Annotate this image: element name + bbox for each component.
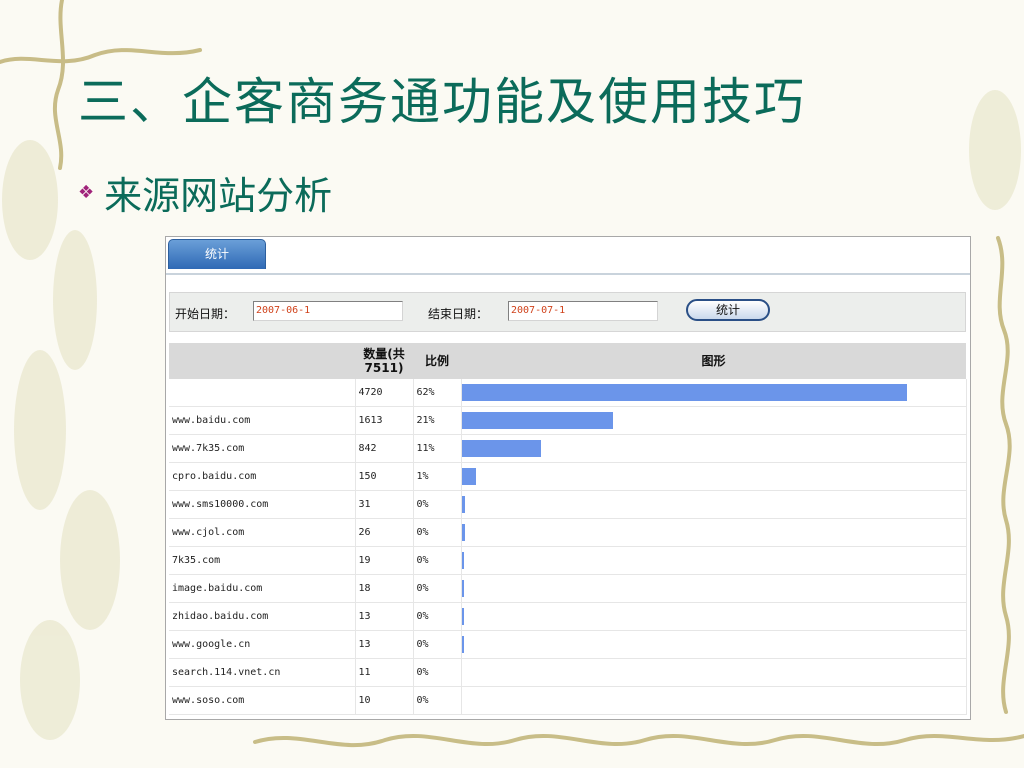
row-count-cell: 13 [355,602,414,631]
row-source-cell: image.baidu.com [169,574,356,603]
start-date-label: 开始日期： [175,307,236,321]
row-source-cell: www.sms10000.com [169,490,356,519]
row-bar [461,524,465,541]
row-bar [461,384,907,401]
row-bar-cell [461,518,967,547]
row-bar [461,468,476,485]
row-source-cell: cpro.baidu.com [169,462,356,491]
table-row: www.7k35.com 842 11% [169,434,967,463]
table-row: www.baidu.com 1613 21% [169,406,967,435]
row-count-cell: 31 [355,490,414,519]
row-source-cell: www.7k35.com [169,434,356,463]
header-source [169,343,355,379]
table-row: www.google.cn 13 0% [169,630,967,659]
row-bar-cell [461,574,967,603]
row-count-cell: 18 [355,574,414,603]
row-source-cell [169,379,356,407]
date-filter-bar: 开始日期： 2007-06-1 结束日期： 2007-07-1 统计 [169,292,966,332]
row-bar-cell [461,658,967,687]
header-chart: 图形 [461,343,966,379]
row-bar [461,412,613,429]
row-bar [461,580,464,597]
row-bar [461,636,464,653]
table-row: zhidao.baidu.com 13 0% [169,602,967,631]
row-source-cell: www.baidu.com [169,406,356,435]
table-row: cpro.baidu.com 150 1% [169,462,967,491]
header-ratio: 比例 [413,343,461,379]
row-ratio-cell: 0% [413,518,462,547]
table-row: search.114.vnet.cn 11 0% [169,658,967,687]
row-bar-cell [461,490,967,519]
row-source-cell: search.114.vnet.cn [169,658,356,687]
row-bar-cell [461,462,967,491]
row-count-cell: 19 [355,546,414,575]
stat-button[interactable]: 统计 [686,299,770,321]
row-source-cell: www.google.cn [169,630,356,659]
row-count-cell: 150 [355,462,414,491]
row-bar-cell [461,630,967,659]
table-row: image.baidu.com 18 0% [169,574,967,603]
row-ratio-cell: 1% [413,462,462,491]
start-date-input[interactable]: 2007-06-1 [253,301,403,321]
row-ratio-cell: 0% [413,490,462,519]
row-source-cell: www.soso.com [169,686,356,715]
table-row: www.cjol.com 26 0% [169,518,967,547]
row-ratio-cell: 0% [413,658,462,687]
row-source-cell: www.cjol.com [169,518,356,547]
row-bar-cell [461,602,967,631]
row-ratio-cell: 0% [413,630,462,659]
row-count-cell: 1613 [355,406,414,435]
row-count-cell: 11 [355,658,414,687]
row-count-cell: 842 [355,434,414,463]
row-bar [461,440,541,457]
row-bar-cell [461,434,967,463]
table-row: 4720 62% [169,379,967,407]
row-ratio-cell: 0% [413,546,462,575]
bullet-text: 来源网站分析 [104,174,333,218]
row-ratio-cell: 0% [413,602,462,631]
table-row: www.sms10000.com 31 0% [169,490,967,519]
row-count-cell: 4720 [355,379,414,407]
row-count-cell: 26 [355,518,414,547]
tab-statistics[interactable]: 统计 [168,239,266,269]
row-ratio-cell: 0% [413,574,462,603]
tab-strip: 统计 [166,237,970,275]
row-bar [461,496,465,513]
source-table: 数量(共7511) 比例 图形 4720 62% www.baidu.com 1613… [169,343,967,715]
row-ratio-cell: 0% [413,686,462,715]
header-count: 数量(共7511) [355,343,413,379]
diamond-bullet-icon: ❖ [78,182,95,203]
row-bar [461,552,464,569]
row-ratio-cell: 21% [413,406,462,435]
row-count-cell: 13 [355,630,414,659]
row-count-cell: 10 [355,686,414,715]
row-bar-cell [461,546,967,575]
row-bar-cell [461,686,967,715]
row-source-cell: zhidao.baidu.com [169,602,356,631]
row-source-cell: 7k35.com [169,546,356,575]
end-date-input[interactable]: 2007-07-1 [508,301,658,321]
table-row: 7k35.com 19 0% [169,546,967,575]
row-bar-cell [461,406,967,435]
slide-title: 三、企客商务通功能及使用技巧 [78,73,806,131]
row-ratio-cell: 11% [413,434,462,463]
row-ratio-cell: 62% [413,379,462,407]
row-bar [461,608,464,625]
stats-panel: 统计 开始日期： 2007-06-1 结束日期： 2007-07-1 统计 数量… [165,236,971,720]
bullet-row: ❖ 来源网站分析 [78,165,332,220]
table-header-row: 数量(共7511) 比例 图形 [169,343,966,379]
end-date-label: 结束日期： [428,307,489,321]
row-bar-cell [461,379,967,407]
table-row: www.soso.com 10 0% [169,686,967,715]
table-body: 4720 62% www.baidu.com 1613 21% www.7k35.com 8… [169,379,967,715]
